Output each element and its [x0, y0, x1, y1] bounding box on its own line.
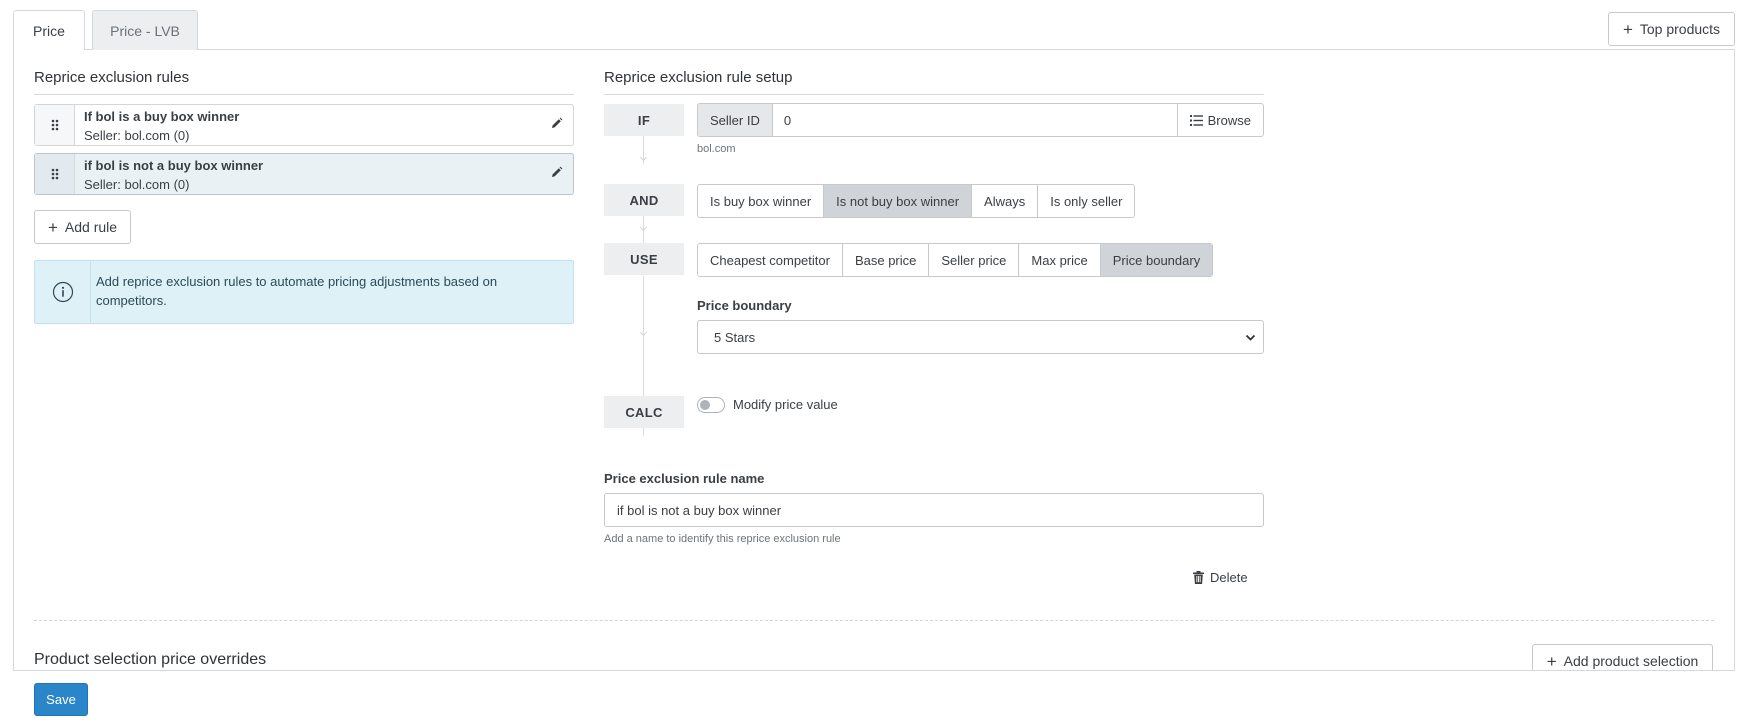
option-max-price[interactable]: Max price	[1019, 244, 1101, 276]
rule-name-value: if bol is not a buy box winner	[617, 502, 782, 518]
add-product-selection-label: Add product selection	[1563, 653, 1699, 669]
option-is-not-buy-box-winner[interactable]: Is not buy box winner	[824, 185, 973, 217]
option-is-only-seller[interactable]: Is only seller	[1038, 185, 1135, 217]
option-always[interactable]: Always	[972, 185, 1039, 217]
pencil-icon[interactable]	[550, 117, 563, 133]
price-source-group: Cheapest competitor Base price Seller pr…	[697, 243, 1214, 277]
price-boundary-select[interactable]: 5 Stars	[697, 320, 1264, 354]
exclusion-rules-title: Reprice exclusion rules	[34, 69, 190, 86]
option-is-buy-box-winner[interactable]: Is buy box winner	[698, 185, 825, 217]
top-products-button[interactable]: + Top products	[1608, 12, 1735, 46]
add-rule-button[interactable]: + Add rule	[34, 210, 131, 244]
delete-label: Delete	[1210, 570, 1248, 585]
seller-hint: bol.com	[697, 143, 736, 155]
step-use-label: USE	[604, 243, 684, 275]
plus-icon: +	[1622, 19, 1633, 39]
rule-name-input[interactable]: if bol is not a buy box winner	[604, 493, 1264, 527]
rule-name-hint: Add a name to identify this reprice excl…	[604, 533, 841, 545]
option-seller-price[interactable]: Seller price	[929, 244, 1020, 276]
seller-id-addon: Seller ID	[698, 104, 773, 136]
tab-price[interactable]: Price	[13, 10, 85, 50]
list-icon	[1189, 114, 1203, 126]
pencil-icon[interactable]	[550, 166, 563, 182]
save-button[interactable]: Save	[34, 683, 88, 716]
tab-price-lvb[interactable]: Price - LVB	[92, 10, 198, 50]
tab-label: Price - LVB	[110, 22, 180, 39]
browse-label: Browse	[1207, 112, 1251, 128]
rule-seller: Seller: bol.com (0)	[84, 177, 190, 192]
price-boundary-value: 5 Stars	[714, 329, 756, 345]
browse-button[interactable]: Browse	[1176, 104, 1263, 136]
trash-icon	[1193, 571, 1204, 584]
chevron-down-icon	[1245, 334, 1256, 341]
add-rule-label: Add rule	[64, 219, 118, 235]
rule-name-label: Price exclusion rule name	[604, 471, 765, 486]
tab-panel	[13, 49, 1735, 727]
option-base-price[interactable]: Base price	[842, 244, 930, 276]
plus-icon: +	[47, 217, 58, 237]
rule-seller: Seller: bol.com (0)	[84, 128, 190, 143]
seller-id-input-group: Seller ID 0 Browse	[697, 103, 1264, 137]
divider	[604, 94, 1264, 95]
step-and-label: AND	[604, 184, 684, 216]
option-cheapest-competitor[interactable]: Cheapest competitor	[698, 244, 843, 276]
seller-id-input[interactable]: 0	[773, 104, 1177, 136]
step-calc-label: CALC	[604, 396, 684, 428]
option-price-boundary[interactable]: Price boundary	[1100, 244, 1213, 276]
drag-handle-icon[interactable]	[35, 105, 75, 145]
info-text: Add reprice exclusion rules to automate …	[96, 274, 498, 308]
modify-price-label: Modify price value	[733, 397, 838, 412]
top-products-label: Top products	[1639, 21, 1721, 37]
rule-card[interactable]: If bol is a buy box winner Seller: bol.c…	[34, 104, 574, 146]
rule-title: If bol is a buy box winner	[84, 109, 240, 124]
rule-card[interactable]: if bol is not a buy box winner Seller: b…	[34, 153, 574, 195]
info-icon	[35, 261, 91, 323]
step-if-label: IF	[604, 104, 684, 136]
divider	[34, 94, 574, 95]
buybox-condition-group: Is buy box winner Is not buy box winner …	[697, 184, 1136, 218]
toggle-knob	[700, 400, 710, 410]
delete-button[interactable]: Delete	[1193, 570, 1248, 585]
drag-handle-icon[interactable]	[35, 154, 75, 194]
rule-setup-title: Reprice exclusion rule setup	[604, 69, 793, 86]
overrides-title: Product selection price overrides	[34, 651, 267, 668]
rule-title: if bol is not a buy box winner	[84, 158, 264, 173]
tab-label: Price	[33, 22, 65, 39]
plus-icon: +	[1546, 651, 1557, 671]
timeline-line	[643, 428, 644, 436]
info-alert: Add reprice exclusion rules to automate …	[34, 260, 574, 324]
price-boundary-label: Price boundary	[697, 298, 792, 313]
section-divider	[34, 620, 1714, 621]
footer-bar	[13, 670, 1735, 727]
modify-price-toggle[interactable]	[697, 397, 725, 413]
